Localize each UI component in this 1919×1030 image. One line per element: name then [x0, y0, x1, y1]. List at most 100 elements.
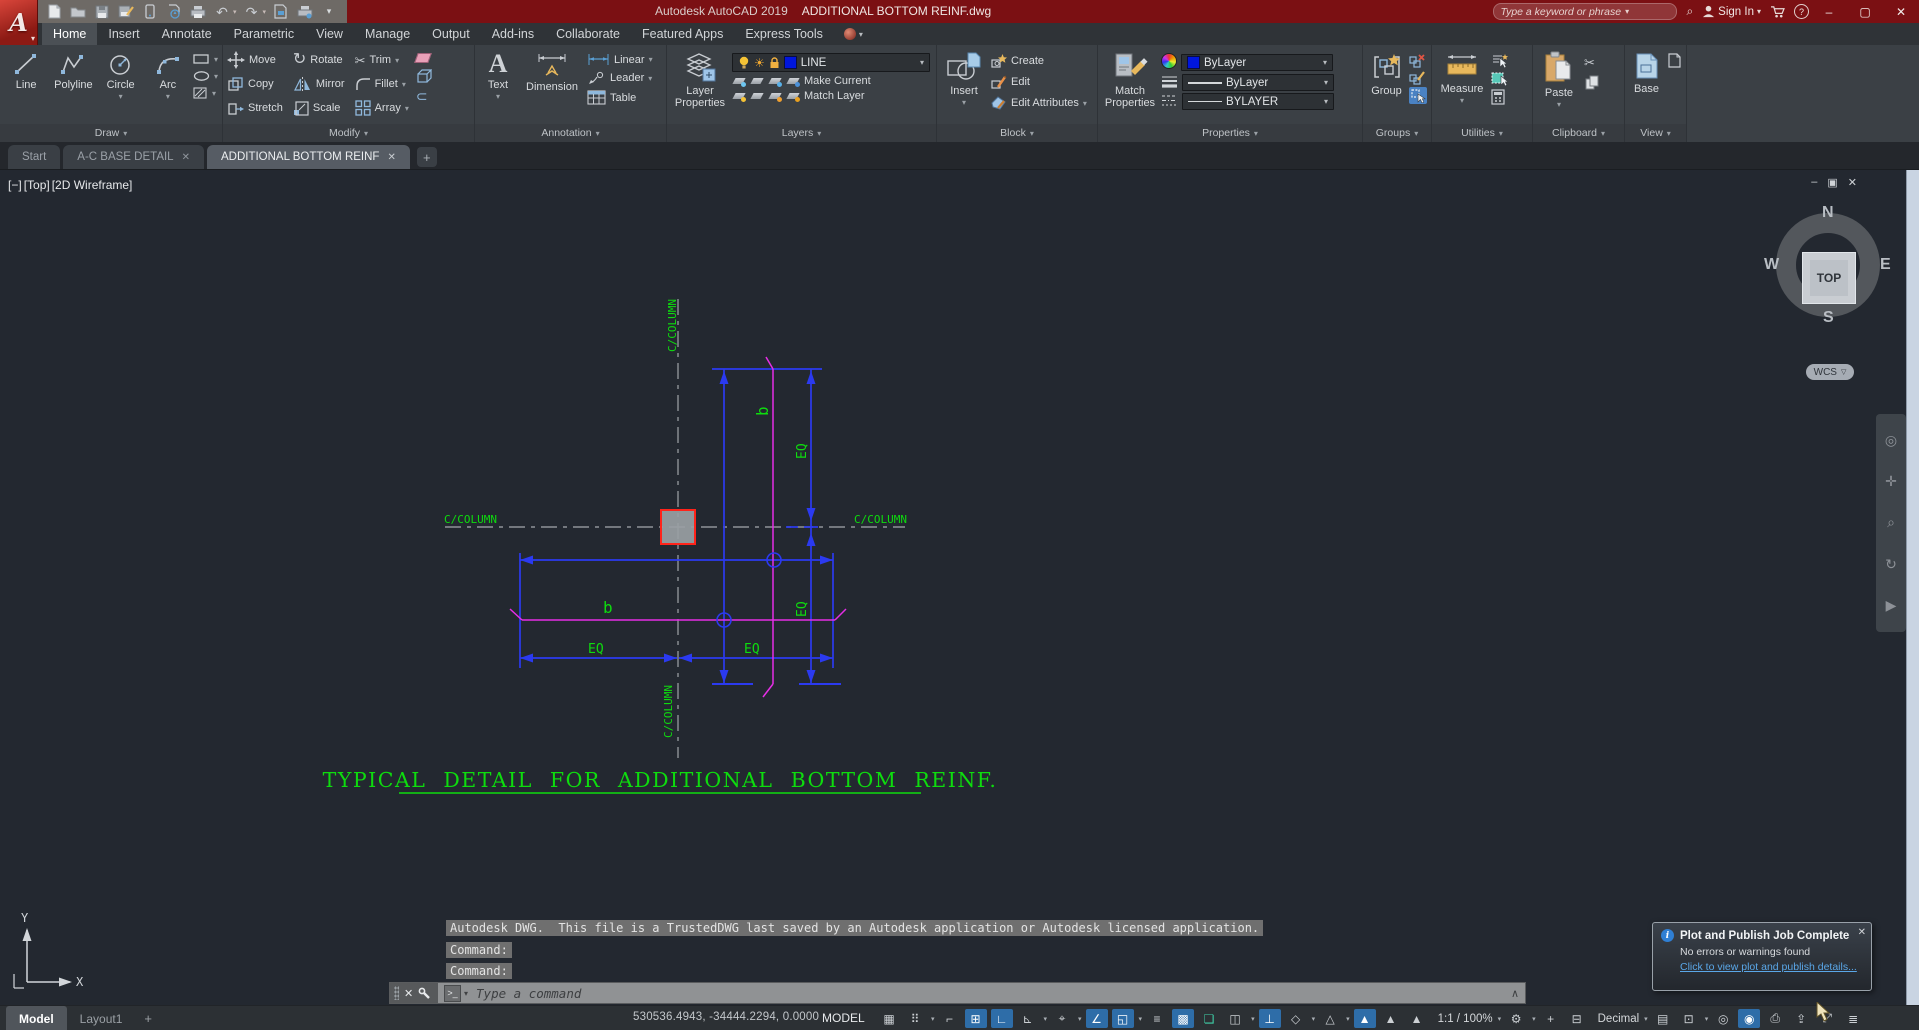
qat-plot-mobile-icon[interactable] — [141, 3, 159, 21]
caret-down-icon[interactable]: ▾ — [1044, 1015, 1048, 1023]
close-icon[interactable]: ✕ — [387, 152, 395, 163]
viewport-visual-style-button[interactable]: [2D Wireframe] — [52, 178, 133, 192]
hatch-button[interactable]: ▾ — [193, 87, 218, 100]
array-button[interactable]: Array ▾ — [354, 100, 409, 116]
viewcube-top-face[interactable]: TOP — [1802, 252, 1856, 304]
status-share-toggle[interactable]: ⇪ — [1790, 1009, 1812, 1028]
new-layout-button[interactable]: + — [135, 1006, 161, 1030]
status-selection-cycling-toggle[interactable]: ❏ — [1198, 1009, 1220, 1028]
scale-button[interactable]: Scale — [293, 100, 345, 116]
status-customization-toggle[interactable]: ≣ — [1842, 1009, 1864, 1028]
panel-label-block[interactable]: Block ▾ — [937, 124, 1097, 142]
tab-model[interactable]: Model — [6, 1006, 67, 1030]
edit-attributes-button[interactable]: Edit Attributes ▾ — [990, 95, 1087, 111]
panel-label-view[interactable]: View ▾ — [1625, 124, 1686, 142]
edit-block-button[interactable]: Edit — [990, 74, 1087, 90]
dimension-button[interactable]: Dimension — [520, 48, 584, 124]
search-icon[interactable]: ⌕ — [1686, 4, 1693, 19]
command-close-icon[interactable]: ✕ — [404, 987, 413, 1000]
circle-button[interactable]: Circle ▾ — [99, 48, 143, 124]
status-units-text[interactable]: Decimal — [1598, 1013, 1640, 1025]
measure-button[interactable]: Measure ▾ — [1436, 48, 1488, 124]
qat-save-icon[interactable] — [93, 3, 111, 21]
app-store-cart-icon[interactable] — [1770, 5, 1785, 18]
caret-down-icon[interactable]: ▾ — [263, 8, 267, 16]
match-properties-button[interactable]: Match Properties — [1102, 48, 1158, 124]
file-tab-start[interactable]: Start — [8, 145, 61, 169]
caret-down-icon[interactable]: ▾ — [1251, 1015, 1255, 1023]
status-plot-toggle[interactable]: ⎙ — [1764, 1009, 1786, 1028]
status-isodraft-toggle[interactable]: ⌖ — [1051, 1009, 1073, 1028]
showmotion-icon[interactable]: ▶ — [1886, 597, 1897, 614]
caret-down-icon[interactable]: ▾ — [1139, 1015, 1143, 1023]
status-object-snap-tracking-toggle[interactable]: ∠ — [1085, 1009, 1108, 1028]
viewcube[interactable]: N W E S TOP WCS ▽ — [1762, 204, 1902, 390]
stretch-button[interactable]: Stretch — [227, 101, 283, 116]
minimize-button[interactable]: – — [1811, 0, 1847, 23]
orbit-icon[interactable]: ↻ — [1885, 556, 1897, 573]
viewport-view-button[interactable]: [Top] — [24, 178, 50, 192]
caret-down-icon[interactable]: ▾ — [1644, 1015, 1648, 1023]
caret-down-icon[interactable]: ▾ — [233, 8, 237, 16]
linetype-dropdown[interactable]: BYLAYER ▾ — [1182, 93, 1334, 110]
cad-drawing[interactable]: C/COLUMN C/COLUMN C/COLUMN C/COLUMN b b EQ EQ EQ… — [0, 170, 1919, 1006]
viewport-menu-button[interactable]: [−] — [8, 178, 22, 192]
status-grid-toggle[interactable]: ▦ — [878, 1009, 900, 1028]
ellipse-button[interactable]: ▾ — [193, 70, 218, 82]
qat-sheet-set-icon[interactable] — [272, 3, 290, 21]
caret-down-icon[interactable]: ▾ — [1078, 1015, 1082, 1023]
status-plus-tool-toggle[interactable]: + — [1540, 1009, 1562, 1028]
command-expand-icon[interactable]: ∧ — [1511, 987, 1519, 1000]
ribbon-tab-insert[interactable]: Insert — [97, 23, 150, 45]
caret-down-icon[interactable]: ▾ — [1346, 1015, 1350, 1023]
linear-dimension-button[interactable]: Linear ▾ — [587, 53, 653, 66]
status-snap-grid-toggle[interactable]: ⠿ — [904, 1009, 926, 1028]
qat-print-icon[interactable] — [189, 3, 207, 21]
viewcube-north[interactable]: N — [1822, 204, 1834, 222]
copy-clip-button[interactable] — [1584, 75, 1600, 90]
caret-down-icon[interactable]: ▾ — [1532, 1015, 1536, 1023]
wrench-icon[interactable] — [418, 987, 431, 1000]
lineweight-icon[interactable] — [1161, 75, 1178, 91]
file-tab-a-c-base-detail[interactable]: A-C BASE DETAIL ✕ — [63, 145, 204, 169]
status-ucs-toggle[interactable]: ⊥ — [1258, 1009, 1281, 1028]
file-tab-additional-bottom-reinf[interactable]: ADDITIONAL BOTTOM REINF ✕ — [206, 145, 410, 169]
make-current-button[interactable]: Make Current — [732, 75, 932, 87]
status-transparency-toggle[interactable]: ▩ — [1172, 1009, 1195, 1028]
table-button[interactable]: Table — [587, 90, 653, 105]
qat-qat-menu-icon[interactable]: ▾ — [320, 3, 338, 21]
close-icon[interactable]: ✕ — [182, 152, 190, 163]
recent-commands-caret[interactable]: ▾ — [464, 989, 468, 998]
base-button[interactable]: Base — [1629, 48, 1664, 124]
qat-redo-icon[interactable]: ↷ — [243, 3, 261, 21]
panel-label-modify[interactable]: Modify ▾ — [223, 124, 474, 142]
command-input[interactable]: Type a command — [476, 986, 581, 1001]
copy-button[interactable]: Copy — [227, 76, 283, 92]
tab-layout1[interactable]: Layout1 — [67, 1006, 136, 1030]
ribbon-tab-parametric[interactable]: Parametric — [223, 23, 305, 45]
panel-label-annotation[interactable]: Annotation ▾ — [475, 124, 666, 142]
recent-commands-icon[interactable]: >_ — [444, 984, 461, 1002]
quick-calculator-button[interactable] — [1491, 89, 1508, 105]
navigation-bar[interactable]: ◎ ✛ ⌕ ↻ ▶ — [1876, 414, 1906, 632]
select-all-button[interactable] — [1491, 71, 1508, 86]
qat-batch-plot-icon[interactable] — [296, 3, 314, 21]
status-ortho-toggle[interactable]: ∟ — [990, 1009, 1013, 1028]
rectangle-button[interactable]: ▾ — [193, 53, 218, 65]
command-line[interactable]: ✕ >_ ▾ Type a command ∧ — [389, 982, 1526, 1004]
rotate-button[interactable]: ↻ Rotate — [293, 52, 345, 68]
ribbon-tab-annotate[interactable]: Annotate — [151, 23, 223, 45]
fillet-button[interactable]: Fillet ▾ — [355, 77, 409, 91]
panel-label-clipboard[interactable]: Clipboard ▾ — [1533, 124, 1624, 142]
status-object-snap-toggle[interactable]: ◱ — [1111, 1009, 1134, 1028]
arc-button[interactable]: Arc ▾ — [146, 48, 190, 124]
group-edit-button[interactable] — [1409, 70, 1427, 85]
lineweight-dropdown[interactable]: ByLayer ▾ — [1182, 74, 1334, 91]
status-object-snap-3d-toggle[interactable]: ◫ — [1224, 1009, 1246, 1028]
status-autoscale-toggle[interactable]: ▲ — [1380, 1009, 1402, 1028]
close-button[interactable]: ✕ — [1883, 0, 1919, 23]
caret-down-icon[interactable]: ▾ — [931, 1015, 935, 1023]
wcs-menu[interactable]: WCS ▽ — [1806, 364, 1854, 380]
status-annotation-monitor-toggle[interactable]: △ — [1319, 1009, 1341, 1028]
application-menu-button[interactable]: A ▾ — [0, 0, 38, 45]
